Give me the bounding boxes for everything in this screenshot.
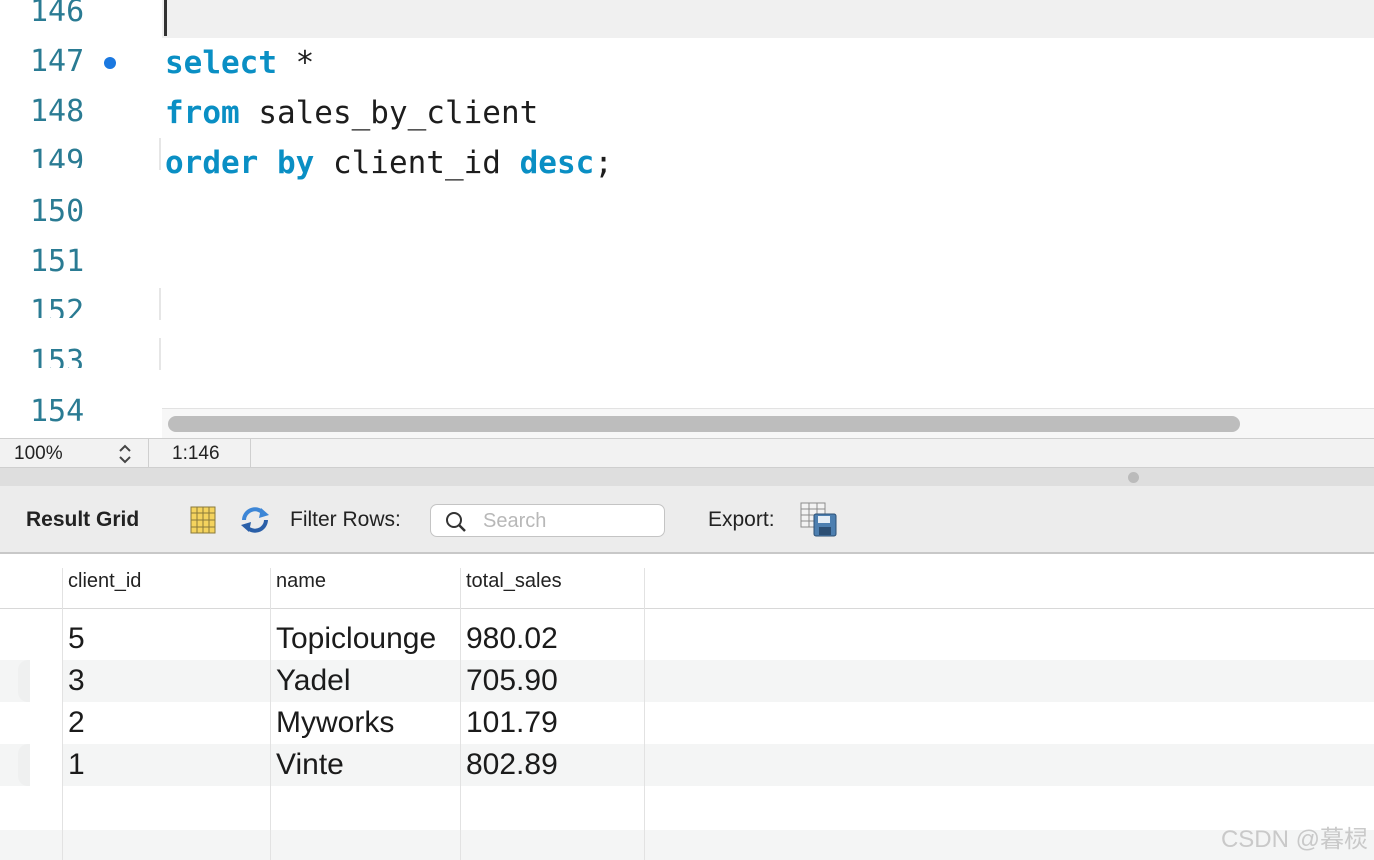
grid-layout-icon[interactable] <box>190 506 216 534</box>
line-number: 154 <box>30 394 85 429</box>
table-row[interactable]: 2 Myworks 101.79 <box>0 702 1374 744</box>
watermark: CSDN @暮棂 <box>1220 826 1368 853</box>
text-caret <box>164 0 167 36</box>
line-number: 149 <box>30 144 85 168</box>
code-line[interactable]: select * <box>165 45 314 81</box>
result-grid[interactable]: client_id name total_sales 5 Topiclounge… <box>0 554 1374 860</box>
line-number: 146 <box>30 0 85 29</box>
panel-splitter[interactable] <box>0 468 1374 486</box>
gutter-fold-marker <box>159 338 161 370</box>
cell-client-id[interactable]: 3 <box>68 664 85 698</box>
table-row[interactable]: 1 Vinte 802.89 <box>0 744 1374 786</box>
export-label: Export: <box>708 508 775 531</box>
zoom-stepper-icon[interactable] <box>116 442 134 466</box>
refresh-icon[interactable] <box>238 504 272 536</box>
grid-header: client_id name total_sales <box>0 554 1374 609</box>
sql-editor[interactable]: 146 147 148 149 150 151 152 153 154 sele… <box>0 0 1374 438</box>
current-line-highlight <box>162 0 1374 38</box>
cell-client-id[interactable]: 2 <box>68 706 85 740</box>
search-icon <box>445 511 467 533</box>
line-number: 153 <box>30 344 85 368</box>
column-header-name[interactable]: name <box>276 570 326 593</box>
empty-row <box>0 786 1374 828</box>
table-row[interactable]: 3 Yadel 705.90 <box>0 660 1374 702</box>
code-text: sales_by_client <box>239 95 539 131</box>
search-placeholder: Search <box>483 510 547 532</box>
sql-keyword: desc <box>519 145 595 181</box>
code-line[interactable]: from sales_by_client <box>165 95 538 131</box>
code-line[interactable]: order by client_id desc; <box>165 145 613 181</box>
column-divider <box>460 568 461 860</box>
column-divider <box>644 568 645 860</box>
horizontal-scroll-thumb[interactable] <box>168 416 1240 432</box>
line-number: 147 <box>30 44 85 79</box>
sql-keyword: order by <box>165 145 315 181</box>
column-header-client-id[interactable]: client_id <box>68 570 141 593</box>
result-grid-title: Result Grid <box>26 508 140 531</box>
column-divider <box>270 568 271 860</box>
cursor-position: 1:146 <box>172 443 220 464</box>
statement-marker-icon[interactable] <box>104 57 116 69</box>
line-number: 152 <box>30 294 85 318</box>
cell-name[interactable]: Topiclounge <box>276 622 436 656</box>
cell-total-sales[interactable]: 101.79 <box>466 706 558 740</box>
line-number-gutter: 146 147 148 149 150 151 152 153 154 <box>0 0 160 438</box>
code-text: client_id <box>314 145 520 181</box>
cell-client-id[interactable]: 5 <box>68 622 85 656</box>
divider <box>148 439 149 469</box>
row-selector[interactable] <box>18 744 62 786</box>
editor-status-bar: 100% 1:146 <box>0 438 1374 469</box>
code-text: ; <box>594 145 613 181</box>
line-number: 150 <box>30 194 85 229</box>
splitter-grip-handle[interactable] <box>1128 472 1139 483</box>
cell-name[interactable]: Myworks <box>276 706 394 740</box>
gutter-fold-marker <box>159 138 161 170</box>
code-text: * <box>276 45 315 81</box>
cell-client-id[interactable]: 1 <box>68 748 85 782</box>
cell-name[interactable]: Yadel <box>276 664 351 698</box>
cell-name[interactable]: Vinte <box>276 748 344 782</box>
empty-row <box>0 830 1374 860</box>
column-divider <box>62 568 63 860</box>
export-save-icon[interactable] <box>800 502 838 538</box>
line-number: 148 <box>30 94 85 129</box>
column-header-total-sales[interactable]: total_sales <box>466 570 562 593</box>
line-number: 151 <box>30 244 85 279</box>
cell-total-sales[interactable]: 705.90 <box>466 664 558 698</box>
zoom-level[interactable]: 100% <box>14 443 63 465</box>
row-selector[interactable] <box>18 660 62 702</box>
filter-search-input[interactable]: Search <box>430 504 665 537</box>
cell-total-sales[interactable]: 802.89 <box>466 748 558 782</box>
sql-keyword: from <box>165 95 240 131</box>
table-row[interactable]: 5 Topiclounge 980.02 <box>0 618 1374 660</box>
cell-total-sales[interactable]: 980.02 <box>466 622 558 656</box>
gutter-fold-marker <box>159 288 161 320</box>
filter-rows-label: Filter Rows: <box>290 508 401 531</box>
divider <box>250 439 251 469</box>
sql-keyword: select <box>165 45 277 81</box>
